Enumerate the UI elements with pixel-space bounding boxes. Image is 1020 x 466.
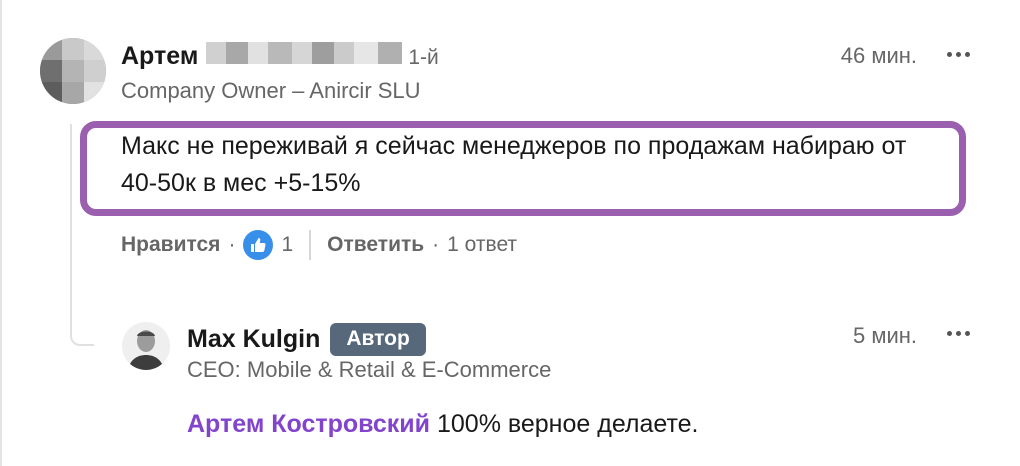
separator-dot: · — [228, 233, 236, 256]
comment-author-name[interactable]: Артем — [121, 42, 198, 71]
author-badge: Автор — [330, 323, 426, 356]
more-options-icon[interactable] — [940, 321, 976, 345]
comment-author-row: Артем 1-й — [121, 42, 439, 71]
reply-author-headline: CEO: Mobile & Retail & E-Commerce — [187, 357, 552, 382]
reply-author-name[interactable]: Max Kulgin — [187, 325, 320, 354]
comments-section: Артем 1-й Company Owner – Anircir SLU 46… — [0, 0, 1020, 466]
reply-timestamp: 5 мин. — [852, 323, 917, 348]
avatar[interactable] — [40, 38, 106, 104]
comment-author-headline: Company Owner – Anircir SLU — [121, 78, 421, 103]
action-divider — [309, 230, 312, 260]
separator-dot: · — [432, 233, 440, 256]
mention-link[interactable]: Артем Костровский — [187, 410, 430, 438]
connection-degree: 1-й — [408, 46, 439, 69]
comment-timestamp: 46 мин. — [840, 43, 917, 68]
comment-text: Макс не переживай я сейчас менеджеров по… — [121, 132, 907, 197]
like-reaction-icon[interactable] — [243, 230, 274, 260]
redacted-surname — [206, 42, 403, 64]
left-divider — [0, 0, 2, 466]
comment-actions: Нравится · 1 Ответить · 1 ответ — [121, 230, 517, 260]
reply-button[interactable]: Ответить — [327, 233, 424, 257]
replies-count[interactable]: 1 ответ — [447, 233, 517, 257]
reply-text: Артем Костровский 100% верное делаете. — [187, 410, 699, 439]
like-button[interactable]: Нравится — [121, 233, 220, 257]
reply-body: 100% верное делаете. — [430, 410, 699, 438]
more-options-icon[interactable] — [940, 42, 976, 66]
reply-avatar[interactable] — [122, 322, 170, 370]
reaction-count[interactable]: 1 — [281, 233, 293, 257]
reply-author-row: Max Kulgin Автор — [187, 323, 426, 356]
